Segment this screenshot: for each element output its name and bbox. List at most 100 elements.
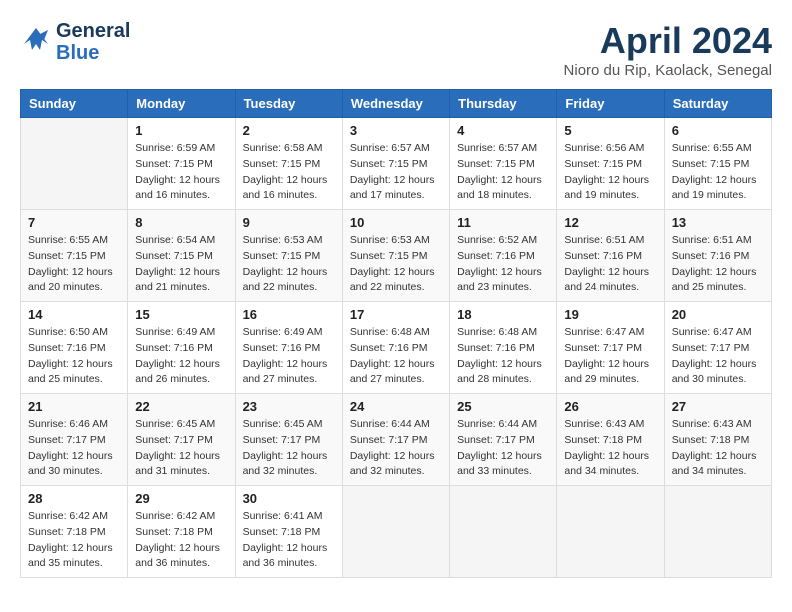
- calendar-day-header: Monday: [128, 90, 235, 118]
- calendar-day-cell: 7 Sunrise: 6:55 AM Sunset: 7:15 PM Daylig…: [21, 210, 128, 302]
- calendar-week-row: 1 Sunrise: 6:59 AM Sunset: 7:15 PM Daylig…: [21, 118, 772, 210]
- day-info: Sunrise: 6:51 AM Sunset: 7:16 PM Dayligh…: [672, 233, 764, 296]
- logo: General Blue: [20, 20, 130, 64]
- calendar-day-header: Saturday: [664, 90, 771, 118]
- day-info: Sunrise: 6:45 AM Sunset: 7:17 PM Dayligh…: [243, 417, 335, 480]
- calendar-day-cell: 27Sunrise: 6:43 AM Sunset: 7:18 PM Dayli…: [664, 394, 771, 486]
- day-info: Sunrise: 6:47 AM Sunset: 7:17 PM Dayligh…: [564, 325, 656, 388]
- day-info: Sunrise: 6:55 AM Sunset: 7:15 PM Dayligh…: [672, 141, 764, 204]
- day-info: Sunrise: 6:47 AM Sunset: 7:17 PM Dayligh…: [672, 325, 764, 388]
- calendar-day-cell: 21Sunrise: 6:46 AM Sunset: 7:17 PM Dayli…: [21, 394, 128, 486]
- calendar-week-row: 21Sunrise: 6:46 AM Sunset: 7:17 PM Dayli…: [21, 394, 772, 486]
- day-info: Sunrise: 6:55 AM Sunset: 7:15 PM Dayligh…: [28, 233, 120, 296]
- day-info: Sunrise: 6:48 AM Sunset: 7:16 PM Dayligh…: [350, 325, 442, 388]
- day-number: 16: [243, 307, 335, 322]
- day-number: 18: [457, 307, 549, 322]
- day-info: Sunrise: 6:44 AM Sunset: 7:17 PM Dayligh…: [350, 417, 442, 480]
- day-number: 26: [564, 399, 656, 414]
- calendar-day-cell: 3Sunrise: 6:57 AM Sunset: 7:15 PM Daylig…: [342, 118, 449, 210]
- day-number: 12: [564, 215, 656, 230]
- day-number: 10: [350, 215, 442, 230]
- calendar-day-cell: 29 Sunrise: 6:42 AM Sunset: 7:18 PM Dayli…: [128, 486, 235, 578]
- day-info: Sunrise: 6:50 AM Sunset: 7:16 PM Dayligh…: [28, 325, 120, 388]
- calendar-day-cell: 13 Sunrise: 6:51 AM Sunset: 7:16 PM Dayli…: [664, 210, 771, 302]
- main-title: April 2024: [564, 20, 772, 62]
- calendar-day-cell: 20 Sunrise: 6:47 AM Sunset: 7:17 PM Dayli…: [664, 302, 771, 394]
- calendar-day-cell: 28Sunrise: 6:42 AM Sunset: 7:18 PM Dayli…: [21, 486, 128, 578]
- calendar-day-cell: 1 Sunrise: 6:59 AM Sunset: 7:15 PM Daylig…: [128, 118, 235, 210]
- calendar-day-cell: 16 Sunrise: 6:49 AM Sunset: 7:16 PM Dayli…: [235, 302, 342, 394]
- calendar-day-cell: [450, 486, 557, 578]
- day-number: 25: [457, 399, 549, 414]
- day-info: Sunrise: 6:53 AM Sunset: 7:15 PM Dayligh…: [243, 233, 335, 296]
- day-info: Sunrise: 6:57 AM Sunset: 7:15 PM Dayligh…: [457, 141, 549, 204]
- calendar-day-cell: [21, 118, 128, 210]
- day-info: Sunrise: 6:59 AM Sunset: 7:15 PM Dayligh…: [135, 141, 227, 204]
- calendar-day-header: Friday: [557, 90, 664, 118]
- day-number: 7: [28, 215, 120, 230]
- day-info: Sunrise: 6:44 AM Sunset: 7:17 PM Dayligh…: [457, 417, 549, 480]
- day-number: 22: [135, 399, 227, 414]
- calendar-week-row: 28 Sunrise: 6:42 AM Sunset: 7:18 PM Dayli…: [21, 486, 772, 578]
- day-info: Sunrise: 6:43 AM Sunset: 7:18 PM Dayligh…: [672, 417, 764, 480]
- day-number: 5: [564, 123, 656, 138]
- calendar-day-cell: 23 Sunrise: 6:45 AM Sunset: 7:17 PM Dayli…: [235, 394, 342, 486]
- day-number: 13: [672, 215, 764, 230]
- subtitle: Nioro du Rip, Kaolack, Senegal: [564, 62, 772, 79]
- calendar-body: 1 Sunrise: 6:59 AM Sunset: 7:15 PM Daylig…: [21, 118, 772, 578]
- day-number: 6: [672, 123, 764, 138]
- page-header: General Blue April 2024 Nioro du Rip, Ka…: [20, 20, 772, 79]
- day-info: Sunrise: 6:52 AM Sunset: 7:16 PM Dayligh…: [457, 233, 549, 296]
- day-number: 9: [243, 215, 335, 230]
- day-info: Sunrise: 6:45 AM Sunset: 7:17 PM Dayligh…: [135, 417, 227, 480]
- day-info: Sunrise: 6:49 AM Sunset: 7:16 PM Dayligh…: [243, 325, 335, 388]
- calendar-day-cell: 22 Sunrise: 6:45 AM Sunset: 7:17 PM Dayli…: [128, 394, 235, 486]
- day-number: 1: [135, 123, 227, 138]
- calendar-header-row: SundayMondayTuesdayWednesdayThursdayFrid…: [21, 90, 772, 118]
- day-number: 15: [135, 307, 227, 322]
- calendar-day-header: Wednesday: [342, 90, 449, 118]
- calendar-day-cell: 30Sunrise: 6:41 AM Sunset: 7:18 PM Dayli…: [235, 486, 342, 578]
- calendar-day-cell: [664, 486, 771, 578]
- day-number: 17: [350, 307, 442, 322]
- calendar-day-header: Tuesday: [235, 90, 342, 118]
- calendar-day-cell: [557, 486, 664, 578]
- calendar-day-cell: 11 Sunrise: 6:52 AM Sunset: 7:16 PM Dayli…: [450, 210, 557, 302]
- calendar-day-cell: 5Sunrise: 6:56 AM Sunset: 7:15 PM Daylig…: [557, 118, 664, 210]
- logo-general: General: [56, 20, 130, 42]
- day-number: 4: [457, 123, 549, 138]
- title-block: April 2024 Nioro du Rip, Kaolack, Senega…: [564, 20, 772, 79]
- calendar-day-cell: 10Sunrise: 6:53 AM Sunset: 7:15 PM Dayli…: [342, 210, 449, 302]
- day-info: Sunrise: 6:43 AM Sunset: 7:18 PM Dayligh…: [564, 417, 656, 480]
- day-number: 20: [672, 307, 764, 322]
- day-number: 11: [457, 215, 549, 230]
- calendar-day-cell: 12 Sunrise: 6:51 AM Sunset: 7:16 PM Dayli…: [557, 210, 664, 302]
- day-info: Sunrise: 6:41 AM Sunset: 7:18 PM Dayligh…: [243, 509, 335, 572]
- calendar-week-row: 7 Sunrise: 6:55 AM Sunset: 7:15 PM Daylig…: [21, 210, 772, 302]
- day-info: Sunrise: 6:57 AM Sunset: 7:15 PM Dayligh…: [350, 141, 442, 204]
- calendar-day-cell: 18Sunrise: 6:48 AM Sunset: 7:16 PM Dayli…: [450, 302, 557, 394]
- day-number: 14: [28, 307, 120, 322]
- calendar-day-cell: 14 Sunrise: 6:50 AM Sunset: 7:16 PM Dayli…: [21, 302, 128, 394]
- day-number: 19: [564, 307, 656, 322]
- day-number: 28: [28, 491, 120, 506]
- day-info: Sunrise: 6:49 AM Sunset: 7:16 PM Dayligh…: [135, 325, 227, 388]
- day-number: 23: [243, 399, 335, 414]
- day-number: 29: [135, 491, 227, 506]
- calendar-day-header: Thursday: [450, 90, 557, 118]
- logo-blue: Blue: [56, 42, 99, 64]
- logo-icon: [20, 26, 52, 59]
- day-info: Sunrise: 6:42 AM Sunset: 7:18 PM Dayligh…: [135, 509, 227, 572]
- day-info: Sunrise: 6:51 AM Sunset: 7:16 PM Dayligh…: [564, 233, 656, 296]
- calendar-day-cell: 26 Sunrise: 6:43 AM Sunset: 7:18 PM Dayli…: [557, 394, 664, 486]
- calendar-day-cell: 4 Sunrise: 6:57 AM Sunset: 7:15 PM Daylig…: [450, 118, 557, 210]
- calendar-day-cell: 17 Sunrise: 6:48 AM Sunset: 7:16 PM Dayli…: [342, 302, 449, 394]
- day-number: 21: [28, 399, 120, 414]
- calendar-day-cell: 24 Sunrise: 6:44 AM Sunset: 7:17 PM Dayli…: [342, 394, 449, 486]
- calendar-day-cell: 19 Sunrise: 6:47 AM Sunset: 7:17 PM Dayli…: [557, 302, 664, 394]
- day-info: Sunrise: 6:54 AM Sunset: 7:15 PM Dayligh…: [135, 233, 227, 296]
- day-number: 24: [350, 399, 442, 414]
- calendar-day-cell: 2Sunrise: 6:58 AM Sunset: 7:15 PM Daylig…: [235, 118, 342, 210]
- calendar-week-row: 14 Sunrise: 6:50 AM Sunset: 7:16 PM Dayli…: [21, 302, 772, 394]
- calendar-day-header: Sunday: [21, 90, 128, 118]
